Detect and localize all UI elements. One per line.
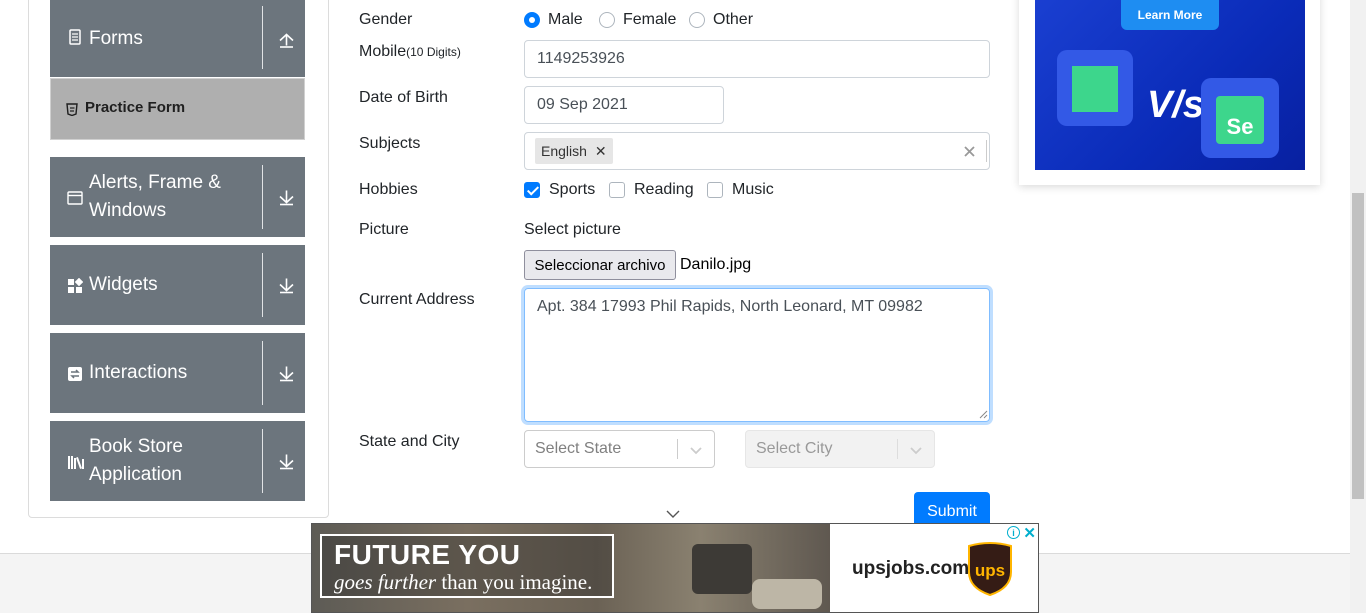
ups-logo-icon: ups xyxy=(968,542,1012,596)
checkbox-indicator[interactable] xyxy=(524,182,540,198)
expand-arrow-icon[interactable] xyxy=(278,189,295,206)
sidebar-group-label: Widgets xyxy=(89,274,158,295)
sidebar-group-bookstore[interactable]: Book Store Application xyxy=(50,421,305,501)
radio-indicator[interactable] xyxy=(689,12,705,28)
banner-headline: FUTURE YOU xyxy=(334,539,521,570)
current-address-textarea[interactable]: Apt. 384 17993 Phil Rapids, North Leonar… xyxy=(524,288,990,422)
divider xyxy=(986,140,987,162)
subjects-label: Subjects xyxy=(359,135,421,152)
hobby-checkbox-reading[interactable]: Reading xyxy=(609,181,694,199)
select-picture-label: Select picture xyxy=(524,221,621,238)
sidebar-group-widgets[interactable]: Widgets xyxy=(50,245,305,325)
radio-label: Other xyxy=(713,11,754,28)
truck-shape xyxy=(692,544,752,594)
interactions-icon xyxy=(68,367,82,381)
clear-icon[interactable] xyxy=(964,146,975,157)
radio-indicator[interactable] xyxy=(524,12,540,28)
hobbies-label: Hobbies xyxy=(359,181,418,198)
sidebar-group-forms[interactable]: Forms xyxy=(50,0,305,77)
mobile-input[interactable]: 1149253926 xyxy=(524,40,990,78)
vs-text: V/s xyxy=(1147,84,1205,126)
banner-domain: upsjobs.com xyxy=(852,558,970,579)
chevron-down-icon xyxy=(690,447,702,455)
chevron-down-icon xyxy=(910,447,922,455)
mobile-label-text: Mobile xyxy=(359,43,407,60)
ups-logo-text: ups xyxy=(975,561,1005,580)
radio-indicator[interactable] xyxy=(599,12,615,28)
sidebar-group-label: Forms xyxy=(89,27,143,49)
form-icon xyxy=(69,29,81,45)
books-icon xyxy=(68,456,84,469)
remove-tag-icon[interactable]: ✕ xyxy=(595,143,607,160)
divider xyxy=(262,253,263,317)
divider xyxy=(262,429,263,493)
window-icon xyxy=(67,191,83,205)
divider xyxy=(262,6,263,69)
expand-arrow-icon[interactable] xyxy=(278,277,295,294)
hobby-checkbox-music[interactable]: Music xyxy=(707,181,774,199)
mobile-label: Mobile(10 Digits) xyxy=(359,43,461,61)
banner-subline-rest: than you imagine. xyxy=(436,570,593,594)
scrollbar-thumb[interactable] xyxy=(1352,193,1364,499)
divider xyxy=(677,439,678,459)
sidebar-group-label: Interactions xyxy=(89,362,188,383)
selenium-logo: Se xyxy=(1201,78,1279,158)
dob-label: Date of Birth xyxy=(359,89,448,106)
resize-handle-icon[interactable] xyxy=(979,410,988,419)
divider xyxy=(262,341,263,405)
checkbox-label: Music xyxy=(732,181,774,198)
sidebar-group-interactions[interactable]: Interactions xyxy=(50,333,305,413)
checkbox-label: Reading xyxy=(634,181,694,198)
picture-label: Picture xyxy=(359,221,409,238)
collapse-arrow-icon[interactable] xyxy=(278,32,295,49)
city-select[interactable]: Select City xyxy=(745,430,935,468)
city-select-placeholder: Select City xyxy=(756,440,833,457)
gender-label: Gender xyxy=(359,11,413,28)
banner-subline-italic: goes further xyxy=(334,570,437,594)
widgets-icon xyxy=(68,278,83,293)
gender-radio-other[interactable]: Other xyxy=(689,11,753,29)
checkbox-label: Sports xyxy=(549,181,596,198)
state-city-label: State and City xyxy=(359,433,460,450)
adchoices-icon[interactable]: i xyxy=(1007,526,1020,539)
gender-radio-female[interactable]: Female xyxy=(599,11,676,29)
ad-image[interactable]: Learn More V/s Se xyxy=(1035,0,1305,170)
state-select[interactable]: Select State xyxy=(524,430,715,468)
sidebar-group-label: Alerts, Frame & Windows xyxy=(89,172,221,221)
chevron-down-icon[interactable] xyxy=(666,508,680,520)
divider xyxy=(897,439,898,459)
sidebar-item-practice-form[interactable]: Practice Form xyxy=(50,78,305,140)
expand-arrow-icon[interactable] xyxy=(278,365,295,382)
banner-ad[interactable]: FUTURE YOU goes further than you imagine… xyxy=(311,523,1039,613)
selenium-logo-text: Se xyxy=(1216,96,1264,144)
katalon-logo-mark xyxy=(1072,66,1118,112)
subject-tag: English ✕ xyxy=(535,138,613,164)
subject-tag-label: English xyxy=(541,143,587,159)
dob-input[interactable]: 09 Sep 2021 xyxy=(524,86,724,124)
mobile-hint: (10 Digits) xyxy=(406,45,461,59)
banner-subline: goes further than you imagine. xyxy=(334,570,600,594)
radio-label: Male xyxy=(548,11,583,28)
file-name: Danilo.jpg xyxy=(680,256,752,273)
checkbox-indicator[interactable] xyxy=(707,182,723,198)
katalon-logo xyxy=(1057,50,1133,126)
hobby-checkbox-sports[interactable]: Sports xyxy=(524,181,595,199)
state-select-placeholder: Select State xyxy=(535,440,622,457)
file-upload-button[interactable]: Seleccionar archivo xyxy=(524,250,676,280)
expand-arrow-icon[interactable] xyxy=(278,453,295,470)
sidebar-item-label: Practice Form xyxy=(85,99,186,116)
banner-headline-box: FUTURE YOU goes further than you imagine… xyxy=(320,534,614,598)
learn-more-button[interactable]: Learn More xyxy=(1121,0,1219,30)
close-ad-icon[interactable]: ✕ xyxy=(1023,524,1036,542)
sidebar-group-alerts[interactable]: Alerts, Frame & Windows xyxy=(50,157,305,237)
car-shape xyxy=(752,579,822,609)
checkbox-indicator[interactable] xyxy=(609,182,625,198)
html5-icon xyxy=(66,103,78,116)
radio-label: Female xyxy=(623,11,677,28)
address-label: Current Address xyxy=(359,291,475,308)
gender-radio-male[interactable]: Male xyxy=(524,11,583,29)
sidebar-group-label: Book Store Application xyxy=(89,436,183,485)
divider xyxy=(262,165,263,229)
page: Forms Practice Form Alerts, Frame & Wind… xyxy=(0,0,1366,613)
